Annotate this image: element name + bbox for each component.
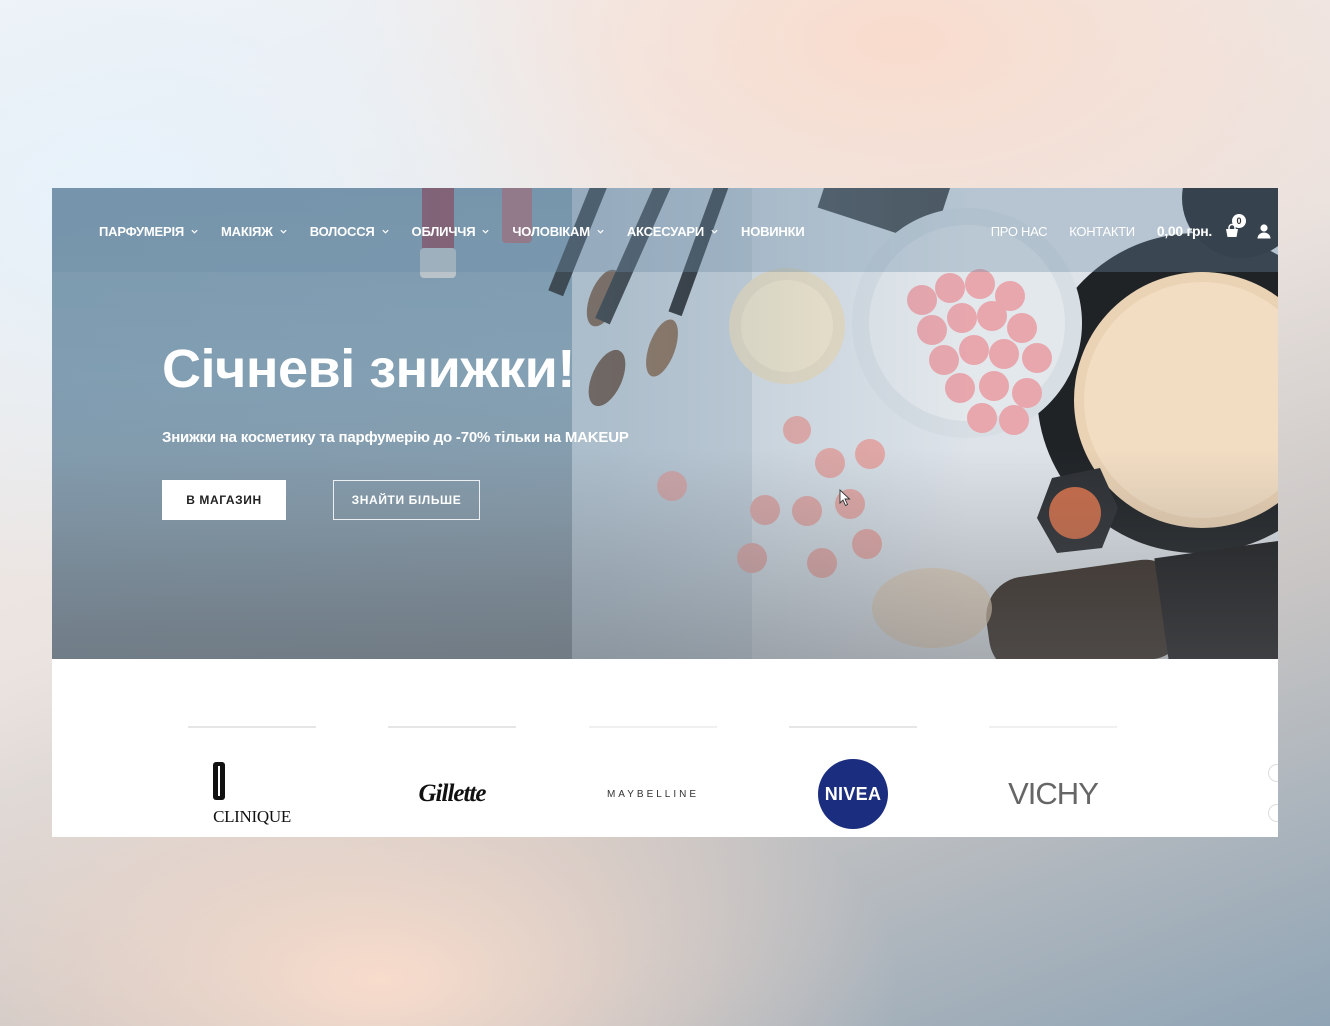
contacts-link[interactable]: КОНТАКТИ [1069,224,1135,239]
vichy-logo: VICHY [989,758,1117,830]
about-link[interactable]: ПРО НАС [991,224,1048,239]
carousel-prev-arrow[interactable] [1268,764,1278,782]
user-icon[interactable] [1256,223,1272,239]
gillette-wordmark: Gillette [418,780,487,807]
nav-item-label: ЧОЛОВІКАМ [512,223,590,239]
brand-gillette[interactable]: Gillette [388,726,516,836]
chevron-down-icon [381,229,389,234]
nav-item-perfumery[interactable]: ПАРФУМЕРІЯ [99,224,199,239]
nav-item-new[interactable]: НОВИНКИ [741,224,805,239]
learn-more-button[interactable]: ЗНАЙТИ БІЛЬШЕ [333,480,480,520]
brand-vichy[interactable]: VICHY [989,726,1117,836]
gillette-logo: Gillette [388,758,516,830]
mouse-cursor-icon [839,489,851,507]
maybelline-logo: MAYBELLINE [589,758,717,830]
nav-item-face[interactable]: ОБЛИЧЧЯ [412,224,491,239]
hero-subtitle: Знижки на косметику та парфумерію до -70… [162,429,629,446]
chevron-down-icon [597,229,604,234]
nav-item-accessories[interactable]: АКСЕСУАРИ [627,224,719,239]
cart-count-badge: 0 [1232,214,1246,228]
header-actions: ПРО НАС КОНТАКТИ 0,00 грн. 0 [991,214,1278,241]
chevron-down-icon [711,229,718,234]
hero-banner: ПАРФУМЕРІЯ МАКІЯЖ ВОЛОССЯ ОБЛИЧЧЯ ЧОЛОВІ… [52,188,1278,659]
nav-item-label: НОВИНКИ [741,223,805,239]
vichy-wordmark: VICHY [1008,776,1099,811]
nav-item-makeup[interactable]: МАКІЯЖ [221,224,288,239]
nav-item-label: ПАРФУМЕРІЯ [99,223,185,239]
browser-viewport: ПАРФУМЕРІЯ МАКІЯЖ ВОЛОССЯ ОБЛИЧЧЯ ЧОЛОВІ… [0,0,1330,1026]
cart-button[interactable]: 0 [1224,214,1246,239]
nav-item-label: ВОЛОССЯ [309,223,375,239]
clinique-logo: CLINIQUE [188,758,316,830]
clinique-c-mark-icon [213,761,226,800]
main-menu: ПАРФУМЕРІЯ МАКІЯЖ ВОЛОССЯ ОБЛИЧЧЯ ЧОЛОВІ… [99,221,827,241]
nav-item-men[interactable]: ЧОЛОВІКАМ [512,224,605,239]
nav-item-label: АКСЕСУАРИ [626,223,704,239]
chevron-down-icon [191,229,198,234]
top-navigation: ПАРФУМЕРІЯ МАКІЯЖ ВОЛОССЯ ОБЛИЧЧЯ ЧОЛОВІ… [52,188,1278,272]
brands-carousel: CLINIQUE Gillette MAYBELLINE NIVEA VICHY [52,659,1278,837]
cart-total[interactable]: 0,00 грн. [1157,223,1212,239]
brand-maybelline[interactable]: MAYBELLINE [589,726,717,836]
brand-nivea[interactable]: NIVEA [789,726,917,836]
hero-title: Січневі знижки! [162,339,575,399]
web-page: ПАРФУМЕРІЯ МАКІЯЖ ВОЛОССЯ ОБЛИЧЧЯ ЧОЛОВІ… [52,188,1278,837]
chevron-down-icon [482,229,489,234]
maybelline-wordmark: MAYBELLINE [606,788,700,800]
nivea-logo: NIVEA [789,758,917,830]
clinique-wordmark: CLINIQUE [213,806,291,826]
nav-item-hair[interactable]: ВОЛОССЯ [310,224,390,239]
shop-button[interactable]: В МАГАЗИН [162,480,286,520]
chevron-down-icon [280,229,287,234]
nav-item-label: МАКІЯЖ [221,223,273,239]
carousel-next-arrow[interactable] [1268,804,1278,822]
nivea-wordmark: NIVEA [818,759,888,829]
brand-clinique[interactable]: CLINIQUE [188,726,316,836]
nav-item-label: ОБЛИЧЧЯ [411,223,476,239]
